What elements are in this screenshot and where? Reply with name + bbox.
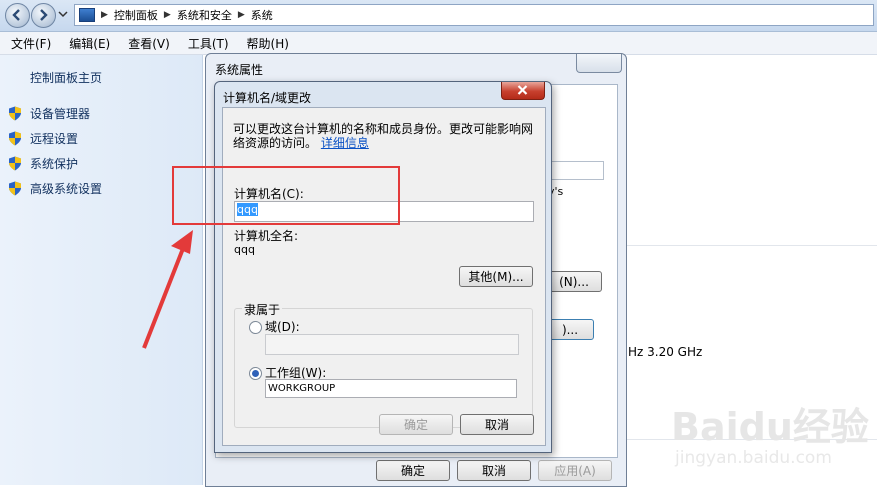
- sidebar-item-device-manager[interactable]: 设备管理器: [8, 105, 90, 122]
- control-panel-home-link[interactable]: 控制面板主页: [30, 69, 102, 86]
- sidebar-item-label: 系统保护: [30, 157, 79, 171]
- details-link[interactable]: 详细信息: [321, 136, 369, 150]
- watermark: Baidu经验 jingyan.baidu.com: [665, 396, 873, 482]
- member-of-label: 隶属于: [242, 301, 283, 318]
- arrow-right-icon: [40, 9, 48, 21]
- sidebar-item-label: 设备管理器: [30, 107, 91, 121]
- change-button[interactable]: )...: [546, 319, 594, 340]
- cancel-button[interactable]: 取消: [457, 460, 531, 481]
- domain-label: 域(D):: [265, 320, 300, 334]
- breadcrumb[interactable]: ▶ 控制面板 ▶ 系统和安全 ▶ 系统: [74, 4, 874, 26]
- computer-name-dialog: 计算机名/域更改 可以更改这台计算机的名称和成员身份。更改可能影响网络资源的访问…: [214, 81, 552, 453]
- member-of-group: 隶属于 域(D): 工作组(W): WORKGROUP: [234, 301, 533, 428]
- apply-button[interactable]: 应用(A): [538, 460, 612, 481]
- description-field[interactable]: [546, 161, 604, 180]
- menu-file[interactable]: 文件(F): [0, 35, 58, 52]
- dialog-body: 可以更改这台计算机的名称和成员身份。更改可能影响网络资源的访问。 详细信息 计算…: [222, 107, 546, 446]
- shield-icon: [9, 106, 21, 121]
- menu-bar: 文件(F) 编辑(E) 查看(V) 工具(T) 帮助(H): [0, 32, 877, 55]
- breadcrumb-item-system[interactable]: 系统: [251, 7, 273, 23]
- address-bar: ▶ 控制面板 ▶ 系统和安全 ▶ 系统: [0, 0, 877, 32]
- shield-icon: [9, 131, 21, 146]
- intro-description: 可以更改这台计算机的名称和成员身份。更改可能影响网络资源的访问。: [233, 122, 534, 150]
- menu-edit[interactable]: 编辑(E): [58, 35, 117, 52]
- breadcrumb-item-system-security[interactable]: 系统和安全: [177, 7, 232, 23]
- full-name-value: qqq: [234, 243, 255, 256]
- breadcrumb-separator: ▶: [163, 10, 171, 20]
- menu-view[interactable]: 查看(V): [117, 35, 177, 52]
- sidebar-item-remote-settings[interactable]: 远程设置: [8, 130, 78, 147]
- annotation-arrow-icon: [142, 230, 193, 349]
- arrow-left-icon: [12, 9, 20, 21]
- sidebar-item-label: 高级系统设置: [30, 182, 103, 196]
- history-dropdown-icon[interactable]: [58, 9, 68, 19]
- dialog-title: 系统属性: [215, 63, 264, 77]
- close-button[interactable]: [501, 82, 545, 100]
- workgroup-input[interactable]: WORKGROUP: [265, 379, 517, 398]
- shield-icon: [9, 181, 21, 196]
- watermark-url: jingyan.baidu.com: [675, 448, 832, 468]
- sidebar-item-advanced-settings[interactable]: 高级系统设置: [8, 180, 102, 197]
- menu-tools[interactable]: 工具(T): [177, 35, 236, 52]
- close-button[interactable]: [576, 54, 622, 73]
- menu-help[interactable]: 帮助(H): [236, 35, 296, 52]
- domain-input[interactable]: [265, 334, 519, 355]
- change-id-button[interactable]: (N)...: [546, 271, 602, 292]
- breadcrumb-separator: ▶: [237, 10, 245, 20]
- sidebar-item-label: 远程设置: [30, 132, 79, 146]
- cancel-button[interactable]: 取消: [460, 414, 534, 435]
- highlight-box: [172, 166, 400, 225]
- ok-button[interactable]: 确定: [376, 460, 450, 481]
- domain-radio[interactable]: [249, 321, 262, 334]
- shield-icon: [9, 156, 21, 171]
- watermark-brand: Baidu经验: [671, 405, 869, 449]
- more-button[interactable]: 其他(M)...: [459, 266, 533, 287]
- intro-text: 可以更改这台计算机的名称和成员身份。更改可能影响网络资源的访问。 详细信息: [233, 122, 541, 150]
- ok-button[interactable]: 确定: [379, 414, 453, 435]
- close-icon: [517, 85, 528, 95]
- workgroup-radio[interactable]: [249, 367, 262, 380]
- sidebar-item-system-protection[interactable]: 系统保护: [8, 155, 78, 172]
- breadcrumb-separator: ▶: [101, 10, 108, 20]
- forward-button[interactable]: [31, 3, 56, 28]
- divider: [624, 245, 877, 246]
- dialog-title: 计算机名/域更改: [223, 91, 312, 105]
- breadcrumb-item-control-panel[interactable]: 控制面板: [114, 7, 158, 23]
- back-button[interactable]: [5, 3, 30, 28]
- full-name-label: 计算机全名:: [234, 229, 299, 243]
- control-panel-icon: [79, 8, 95, 22]
- processor-speed-text: Hz 3.20 GHz: [628, 345, 703, 359]
